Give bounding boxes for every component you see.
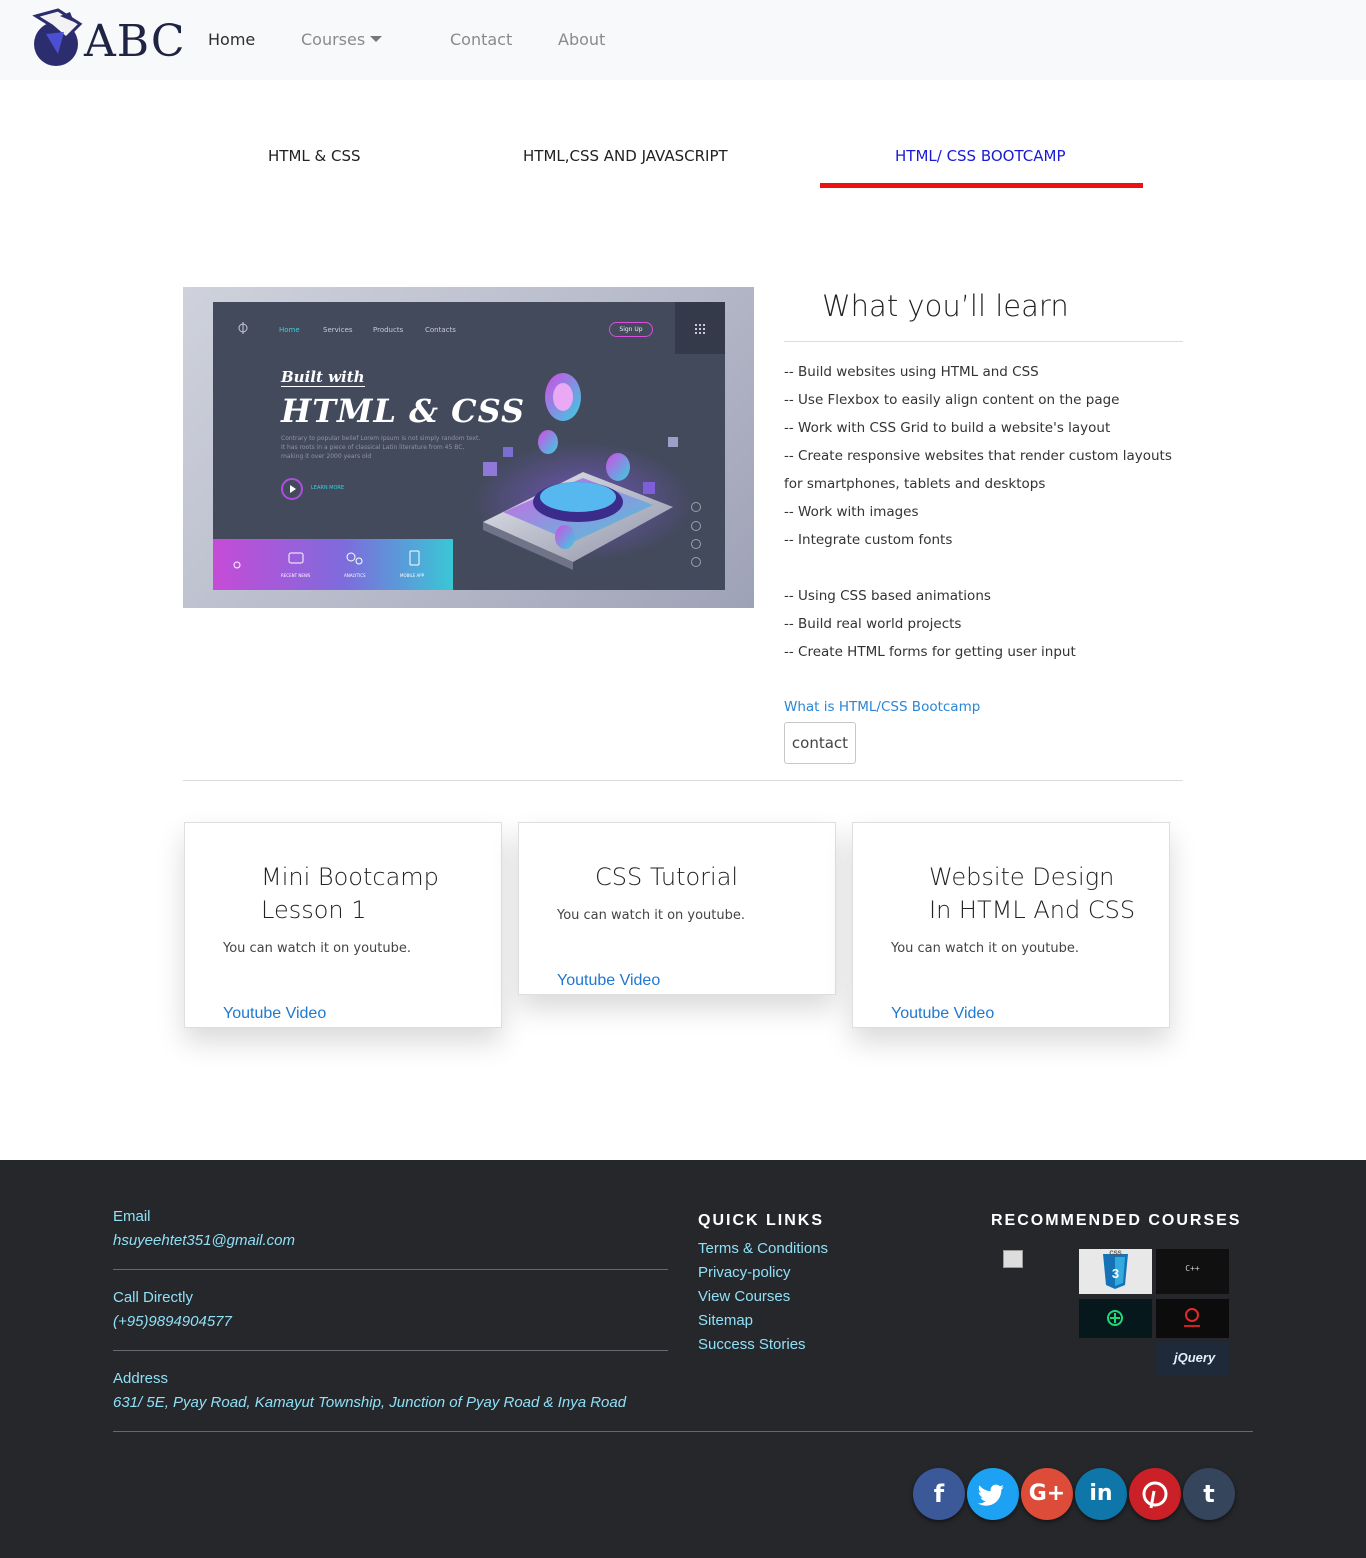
mockup-linkedin-icon (691, 539, 701, 549)
learn-item: -- Use Flexbox to easily align content o… (784, 392, 1120, 408)
learn-item: -- Create responsive websites that rende… (784, 448, 1172, 492)
mockup-body-text: Contrary to popular belief Lorem Ipsum i… (281, 435, 481, 460)
email-link[interactable]: hsuyeehtet351@gmail.com (113, 1231, 295, 1251)
course-card: Mini Bootcamp Lesson 1 You can watch it … (184, 822, 502, 1028)
mockup-learn-more: LEARN MORE (311, 485, 345, 491)
address-label: Address (113, 1370, 169, 1387)
link-view-courses[interactable]: View Courses (698, 1287, 790, 1307)
mockup-built-with: Built with (281, 368, 365, 387)
mockup-nav-services: Services (323, 326, 353, 334)
card-text: You can watch it on youtube. (223, 941, 412, 956)
logo-emblem-icon (32, 8, 83, 66)
footer: Email hsuyeehtet351@gmail.com Call Direc… (0, 1160, 1366, 1558)
css-thumb-number: 3 (1111, 1266, 1120, 1281)
cpp-thumb-label: C++ (1185, 1264, 1200, 1273)
youtube-video-link[interactable]: Youtube Video (557, 971, 660, 991)
phone-link[interactable]: (+95)9894904577 (113, 1312, 232, 1332)
address-value: 631/ 5E, Pyay Road, Kamayut Township, Ju… (113, 1394, 627, 1411)
course-thumb-red[interactable] (1156, 1299, 1229, 1338)
mockup-recent-news: RECENT NEWS (281, 573, 311, 578)
bootcamp-info-link[interactable]: What is HTML/CSS Bootcamp (784, 697, 980, 717)
footer-bottom-divider (113, 1431, 1253, 1432)
css-thumb-label: CSS (1109, 1251, 1122, 1257)
mockup-feature-bar: RECENT NEWS ANALYTICS MOBILE APP (213, 539, 453, 590)
learn-item: -- Create HTML forms for getting user in… (784, 644, 1076, 660)
link-success-stories[interactable]: Success Stories (698, 1335, 806, 1355)
learn-item: -- Build real world projects (784, 616, 962, 632)
youtube-video-link[interactable]: Youtube Video (223, 1004, 326, 1024)
link-privacy[interactable]: Privacy-policy (698, 1263, 791, 1283)
google-plus-icon[interactable]: G+ (1021, 1468, 1073, 1520)
mockup-signup: Sign Up (609, 322, 653, 337)
email-label: Email (113, 1208, 151, 1225)
course-thumb-cpp[interactable]: C++ (1156, 1249, 1229, 1294)
mockup-mobile-app: MOBILE APP (400, 573, 425, 578)
active-tab-indicator (820, 183, 1143, 188)
card-title: Mini Bootcamp Lesson 1 (261, 863, 439, 924)
link-sitemap[interactable]: Sitemap (698, 1311, 753, 1331)
caret-down-icon (370, 36, 383, 42)
footer-divider (113, 1269, 668, 1270)
card-title: CSS Tutorial (595, 863, 739, 891)
linkedin-icon[interactable]: in (1075, 1468, 1127, 1520)
nav-courses-dropdown[interactable]: Courses (301, 30, 383, 50)
footer-divider (113, 1350, 668, 1351)
nav-contact[interactable]: Contact (450, 30, 512, 50)
mockup-nav-products: Products (373, 326, 404, 334)
mockup-logo-icon (238, 322, 248, 334)
mockup-twitter-icon (691, 521, 701, 531)
card-title: Website Design In HTML And CSS (929, 863, 1136, 924)
mockup-analytics: ANALYTICS (344, 573, 366, 578)
twitter-icon[interactable] (967, 1468, 1019, 1520)
card-text: You can watch it on youtube. (557, 908, 746, 923)
learn-title: What you’ll learn (822, 289, 1069, 323)
learn-item: -- Integrate custom fonts (784, 532, 953, 548)
course-thumb-green[interactable] (1079, 1299, 1152, 1338)
contact-button[interactable]: contact (784, 722, 856, 764)
call-label: Call Directly (113, 1289, 194, 1306)
facebook-icon[interactable]: f (913, 1468, 965, 1520)
card-text: You can watch it on youtube. (891, 941, 1080, 956)
learn-item: -- Using CSS based animations (784, 588, 991, 604)
learn-spacer (784, 554, 1183, 582)
learn-list: -- Build websites using HTML and CSS -- … (784, 358, 1183, 666)
learn-item: -- Work with CSS Grid to build a website… (784, 420, 1111, 436)
mockup-facebook-icon (691, 502, 701, 512)
quick-links-heading: QUICK LINKS (698, 1212, 824, 1229)
course-thumb-jquery[interactable]: jQuery (1156, 1342, 1229, 1375)
tab-html-css-bootcamp[interactable]: HTML/ CSS BOOTCAMP (895, 147, 1066, 165)
course-card: CSS Tutorial You can watch it on youtube… (518, 822, 836, 995)
learn-divider (784, 341, 1183, 342)
navbar: ABC Home Courses Contact About (0, 0, 1366, 80)
mockup-play-icon (281, 478, 303, 500)
mockup-nav-home: Home (279, 326, 300, 334)
section-divider (183, 780, 1183, 781)
isometric-phone-illustration (473, 373, 693, 570)
tab-html-css[interactable]: HTML & CSS (268, 147, 361, 165)
nav-about[interactable]: About (558, 30, 605, 50)
learn-item: -- Work with images (784, 504, 919, 520)
nav-home[interactable]: Home (208, 30, 255, 50)
course-hero-image: Home Services Products Contacts Sign Up … (183, 287, 754, 608)
tumblr-icon[interactable]: t (1183, 1468, 1235, 1520)
learn-item: -- Build websites using HTML and CSS (784, 364, 1039, 380)
brand-logo[interactable]: ABC (30, 8, 185, 68)
jquery-thumb-label: jQuery (1174, 1350, 1216, 1365)
mockup-nav-contacts: Contacts (425, 326, 456, 334)
youtube-video-link[interactable]: Youtube Video (891, 1004, 994, 1024)
tab-html-css-js[interactable]: HTML,CSS AND JAVASCRIPT (523, 147, 728, 165)
pinterest-icon[interactable] (1129, 1468, 1181, 1520)
recommended-heading: RECOMMENDED COURSES (991, 1212, 1242, 1229)
hero-mockup: Home Services Products Contacts Sign Up … (213, 302, 725, 590)
nav-courses-label: Courses (301, 30, 366, 49)
course-card: Website Design In HTML And CSS You can w… (852, 822, 1170, 1028)
link-terms[interactable]: Terms & Conditions (698, 1239, 828, 1259)
broken-image-icon[interactable] (1003, 1250, 1023, 1268)
logo-text: ABC (84, 16, 186, 67)
course-thumb-css3[interactable]: CSS 3 (1079, 1249, 1152, 1294)
mockup-instagram-icon (691, 557, 701, 567)
